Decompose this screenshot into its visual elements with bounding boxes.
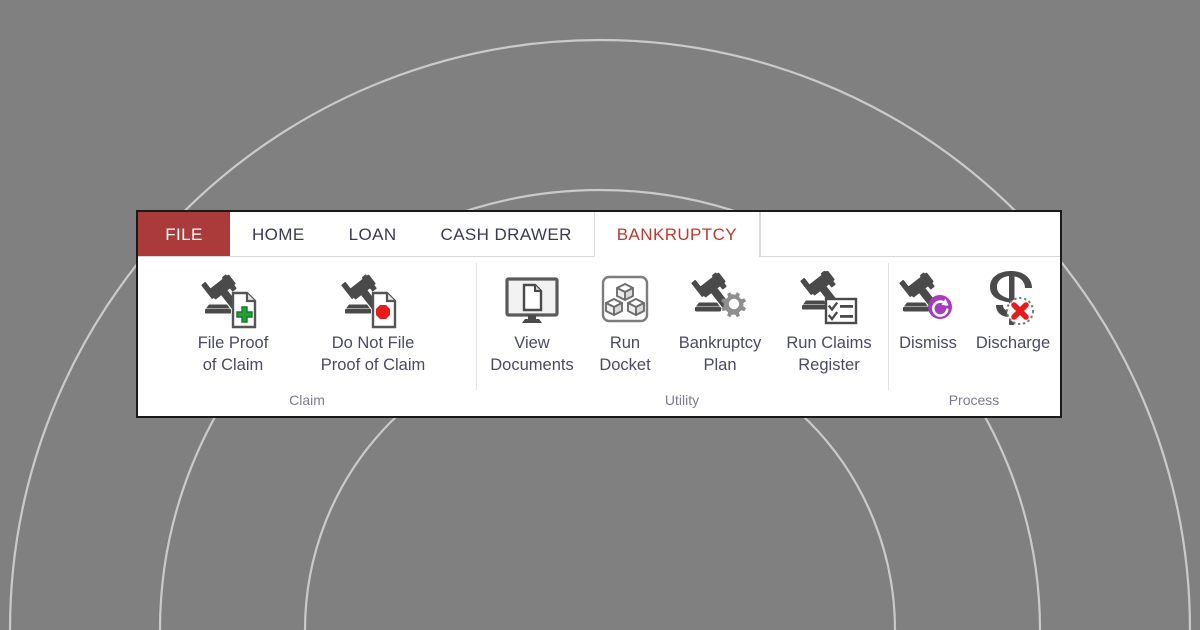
- bankruptcy-plan-label: Bankruptcy Plan: [678, 334, 762, 374]
- tab-loan[interactable]: LOAN: [326, 212, 419, 257]
- tab-home-label: HOME: [252, 224, 305, 244]
- ribbon-group-utility-label: Utility: [664, 392, 700, 408]
- bankruptcy-plan-button[interactable]: Bankruptcy Plan: [666, 267, 774, 376]
- ribbon-group-process-label: Process: [948, 392, 1000, 408]
- ribbon-group-utility: View Documents Run Docket Bankruptcy Pla…: [476, 257, 888, 416]
- dismiss-button[interactable]: Dismiss: [889, 267, 967, 354]
- do-not-file-proof-of-claim-button[interactable]: Do Not File Proof of Claim: [299, 267, 447, 376]
- do-not-file-proof-of-claim-label: Do Not File Proof of Claim: [320, 334, 426, 374]
- tab-home[interactable]: HOME: [230, 212, 327, 257]
- ribbon-body: File Proof of Claim Do Not File Proof of…: [138, 257, 1060, 416]
- ribbon-group-utility-items: View Documents Run Docket Bankruptcy Pla…: [476, 267, 888, 388]
- ribbon-group-process: Dismiss Discharge Process: [888, 257, 1060, 416]
- discharge-label: Discharge: [975, 334, 1051, 352]
- run-docket-button[interactable]: Run Docket: [584, 267, 666, 376]
- ribbon-tab-strip: FILE HOME LOAN CASH DRAWER BANKRUPTCY: [138, 212, 1061, 258]
- run-claims-register-button[interactable]: Run Claims Register: [774, 267, 884, 376]
- tab-cash-drawer[interactable]: CASH DRAWER: [418, 212, 594, 257]
- run-claims-register-label: Run Claims Register: [786, 334, 872, 374]
- tab-file-label: FILE: [165, 224, 203, 244]
- dollar-sign-delete-icon: [983, 269, 1043, 331]
- tab-bankruptcy-label: BANKRUPTCY: [616, 224, 737, 244]
- view-documents-button[interactable]: View Documents: [480, 267, 584, 376]
- monitor-document-icon: [502, 269, 562, 331]
- tab-loan-label: LOAN: [348, 224, 397, 244]
- gavel-document-add-icon: [201, 269, 265, 331]
- file-proof-of-claim-button[interactable]: File Proof of Claim: [167, 267, 299, 376]
- tab-cash-drawer-label: CASH DRAWER: [440, 224, 572, 244]
- tab-file[interactable]: FILE: [138, 212, 230, 257]
- ribbon-group-claim: File Proof of Claim Do Not File Proof of…: [138, 257, 476, 416]
- gavel-gear-icon: [689, 269, 751, 331]
- gavel-checklist-icon: [798, 269, 860, 331]
- gavel-refresh-badge-icon: [897, 269, 959, 331]
- file-proof-of-claim-label: File Proof of Claim: [197, 334, 269, 374]
- run-docket-label: Run Docket: [599, 334, 651, 374]
- ribbon-group-claim-items: File Proof of Claim Do Not File Proof of…: [138, 267, 476, 388]
- tab-bankruptcy[interactable]: BANKRUPTCY: [593, 212, 760, 258]
- ribbon-group-claim-label: Claim: [289, 392, 325, 408]
- tab-strip-empty-area: [759, 212, 1061, 257]
- gavel-document-stop-icon: [341, 269, 405, 331]
- discharge-button[interactable]: Discharge: [967, 267, 1059, 354]
- ribbon-group-process-items: Dismiss Discharge: [888, 267, 1060, 388]
- ribbon-window: FILE HOME LOAN CASH DRAWER BANKRUPTCY Fi…: [136, 210, 1062, 418]
- cubes-box-icon: [597, 269, 653, 331]
- dismiss-label: Dismiss: [899, 334, 957, 352]
- view-documents-label: View Documents: [490, 334, 574, 374]
